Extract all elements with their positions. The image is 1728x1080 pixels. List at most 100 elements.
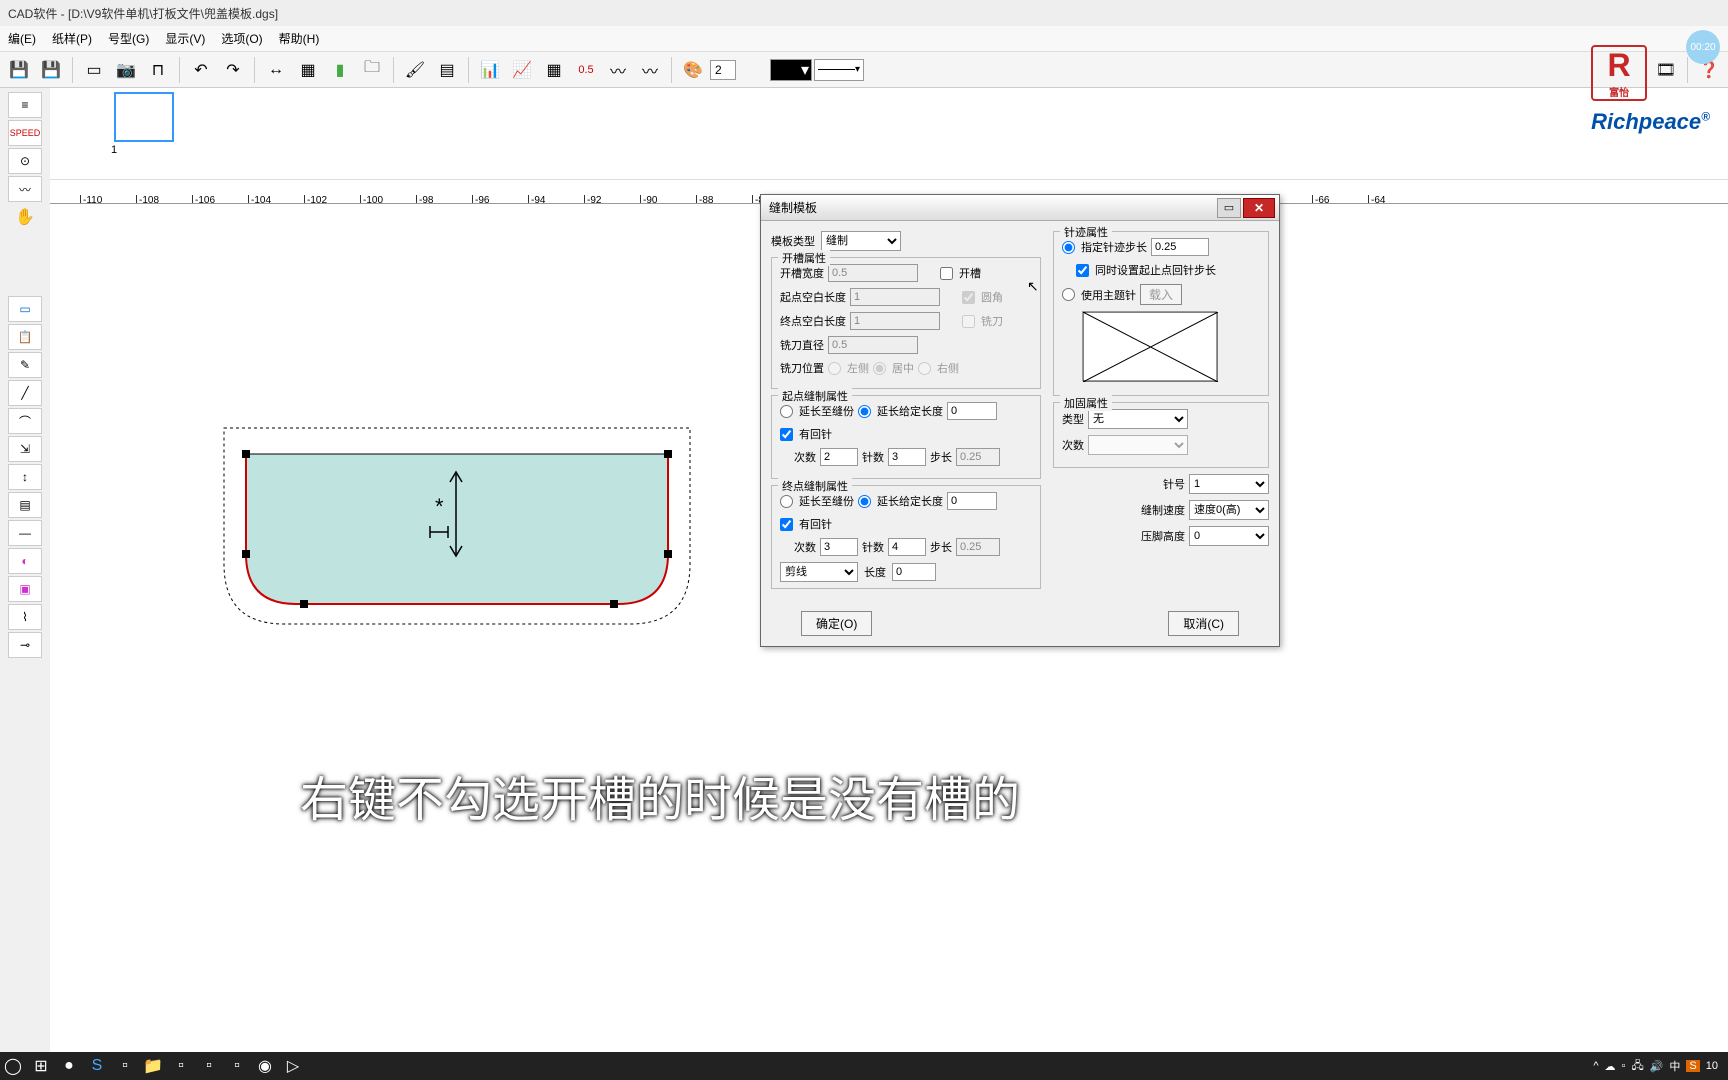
start-blank-input[interactable] bbox=[850, 288, 940, 306]
line-style-swatch[interactable]: ▾ bbox=[814, 59, 864, 81]
lt-link-icon[interactable]: — bbox=[8, 520, 42, 546]
cursor-icon[interactable]: ▭ bbox=[79, 55, 109, 85]
thumbnail-1[interactable] bbox=[114, 92, 174, 142]
menu-size[interactable]: 号型(G) bbox=[108, 30, 149, 47]
undo-icon[interactable]: ↶ bbox=[186, 55, 216, 85]
line-chart-icon[interactable]: 📈 bbox=[507, 55, 537, 85]
lt-scale-icon[interactable]: ⇲ bbox=[8, 436, 42, 462]
minimize-icon[interactable]: ▭ bbox=[1217, 198, 1241, 218]
lt-pattern-icon[interactable]: ▣ bbox=[8, 576, 42, 602]
speed-select[interactable]: 速度0(高) bbox=[1189, 500, 1269, 520]
length-input[interactable] bbox=[892, 563, 936, 581]
toolbar-number-input[interactable] bbox=[710, 60, 736, 80]
lt-measure-icon[interactable]: ≡ bbox=[8, 92, 42, 118]
sync-checkbox[interactable] bbox=[1076, 264, 1089, 277]
menu-display[interactable]: 显示(V) bbox=[165, 30, 205, 47]
ok-button[interactable]: 确定(O) bbox=[801, 611, 872, 636]
menu-pattern[interactable]: 纸样(P) bbox=[52, 30, 92, 47]
chart-icon[interactable]: 📊 bbox=[475, 55, 505, 85]
ruler-icon[interactable]: ↔ bbox=[261, 55, 291, 85]
app3-icon[interactable]: ▫ bbox=[228, 1057, 246, 1075]
ext-len-input1[interactable] bbox=[947, 402, 997, 420]
ext-len-radio2[interactable] bbox=[858, 495, 871, 508]
chrome-icon[interactable]: ● bbox=[60, 1057, 78, 1075]
tray-net-icon[interactable]: 🖧 bbox=[1631, 1057, 1643, 1076]
cutline-select[interactable]: 剪线 bbox=[780, 562, 858, 582]
menu-edit[interactable]: 编(E) bbox=[8, 30, 36, 47]
brush-icon[interactable]: 🖌 bbox=[400, 55, 430, 85]
box-green-icon[interactable]: ▮ bbox=[325, 55, 355, 85]
tray-vol-icon[interactable]: 🔊 bbox=[1650, 1060, 1664, 1073]
wave2-icon[interactable]: 〰 bbox=[635, 55, 665, 85]
wechat-icon[interactable]: ◉ bbox=[256, 1057, 274, 1075]
menu-help[interactable]: 帮助(H) bbox=[279, 30, 320, 47]
lt-rect-icon[interactable]: ▭ bbox=[8, 296, 42, 322]
lt-arr-icon[interactable]: ↕ bbox=[8, 464, 42, 490]
lt-point-icon[interactable]: ⊙ bbox=[8, 148, 42, 174]
times-input1[interactable] bbox=[820, 448, 858, 466]
save2-icon[interactable]: 💾 bbox=[36, 55, 66, 85]
lt-stack-icon[interactable]: ▤ bbox=[8, 492, 42, 518]
mill-dia-input[interactable] bbox=[828, 336, 918, 354]
word-icon[interactable]: ▫ bbox=[200, 1057, 218, 1075]
cancel-button[interactable]: 取消(C) bbox=[1168, 611, 1239, 636]
needle-no-select[interactable]: 1 bbox=[1189, 474, 1269, 494]
spec-step-input[interactable] bbox=[1151, 238, 1209, 256]
tool-icon[interactable]: ⊓ bbox=[143, 55, 173, 85]
color-swatch-black[interactable]: ▾ bbox=[770, 59, 812, 81]
redo-icon[interactable]: ↷ bbox=[218, 55, 248, 85]
back-needle-cb2[interactable] bbox=[780, 518, 793, 531]
tray-icon2[interactable]: ▫ bbox=[1622, 1060, 1626, 1072]
lt-curve-icon[interactable]: 〰 bbox=[8, 176, 42, 202]
explorer-icon[interactable]: 📁 bbox=[144, 1057, 162, 1075]
tray-time[interactable]: 10 bbox=[1706, 1060, 1718, 1072]
slot-width-input[interactable] bbox=[828, 264, 918, 282]
load-button[interactable]: 载入 bbox=[1140, 284, 1182, 305]
table-icon[interactable]: ▦ bbox=[539, 55, 569, 85]
use-theme-radio[interactable] bbox=[1062, 288, 1075, 301]
ext-len-radio1[interactable] bbox=[858, 405, 871, 418]
windows-taskbar[interactable]: ◯ ⊞ ● S ▫ 📁 ▫ ▫ ▫ ◉ ▷ ^ ☁ ▫ 🖧 🔊 中 S 10 bbox=[0, 1052, 1728, 1080]
camera-icon[interactable]: 📷 bbox=[111, 55, 141, 85]
lt-smooth-icon[interactable]: ⌒ bbox=[8, 408, 42, 434]
spec-step-radio[interactable] bbox=[1062, 241, 1075, 254]
end-blank-input[interactable] bbox=[850, 312, 940, 330]
hand-icon[interactable]: ✋ bbox=[8, 204, 42, 230]
save-icon[interactable]: 💾 bbox=[4, 55, 34, 85]
foot-height-select[interactable]: 0 bbox=[1189, 526, 1269, 546]
template-type-select[interactable]: 缝制 bbox=[821, 231, 901, 251]
lt-line-icon[interactable]: ╱ bbox=[8, 380, 42, 406]
slot-checkbox[interactable] bbox=[940, 267, 953, 280]
times-input2[interactable] bbox=[820, 538, 858, 556]
dialog-titlebar[interactable]: 缝制模板 ▭ ✕ bbox=[761, 195, 1279, 221]
grid-icon[interactable]: ▦ bbox=[293, 55, 323, 85]
app2-icon[interactable]: ▫ bbox=[172, 1057, 190, 1075]
step-input2[interactable] bbox=[956, 538, 1000, 556]
lt-speed-icon[interactable]: SPEED bbox=[8, 120, 42, 146]
lt-flip-icon[interactable]: ◐ bbox=[8, 548, 42, 574]
lt-copy-icon[interactable]: 📋 bbox=[8, 324, 42, 350]
ext-seam-radio2[interactable] bbox=[780, 495, 793, 508]
reinforce-type-select[interactable]: 无 bbox=[1088, 409, 1188, 429]
cortana-icon[interactable]: ◯ bbox=[4, 1057, 22, 1075]
layers-icon[interactable]: 🗀 bbox=[357, 55, 387, 85]
num-icon[interactable]: 0.5 bbox=[571, 55, 601, 85]
lt-needle-icon[interactable]: ⊸ bbox=[8, 632, 42, 658]
menu-options[interactable]: 选项(O) bbox=[221, 30, 262, 47]
app-icon[interactable]: ▫ bbox=[116, 1057, 134, 1075]
taskview-icon[interactable]: ⊞ bbox=[32, 1057, 50, 1075]
tray-ime[interactable]: 中 bbox=[1669, 1058, 1680, 1074]
needles-input2[interactable] bbox=[888, 538, 926, 556]
color-wheel-icon[interactable]: 🎨 bbox=[678, 55, 708, 85]
tray-up-icon[interactable]: ^ bbox=[1593, 1060, 1598, 1072]
wave-icon[interactable]: 〰 bbox=[603, 55, 633, 85]
tray-s-icon[interactable]: S bbox=[1686, 1060, 1699, 1072]
lt-edit-icon[interactable]: ✎ bbox=[8, 352, 42, 378]
pattern-shape[interactable]: * bbox=[220, 424, 700, 639]
back-needle-cb1[interactable] bbox=[780, 428, 793, 441]
lt-curve2-icon[interactable]: ⌇ bbox=[8, 604, 42, 630]
media-icon[interactable]: ▷ bbox=[284, 1057, 302, 1075]
step-input1[interactable] bbox=[956, 448, 1000, 466]
reinforce-times-select[interactable] bbox=[1088, 435, 1188, 455]
close-icon[interactable]: ✕ bbox=[1243, 198, 1275, 218]
